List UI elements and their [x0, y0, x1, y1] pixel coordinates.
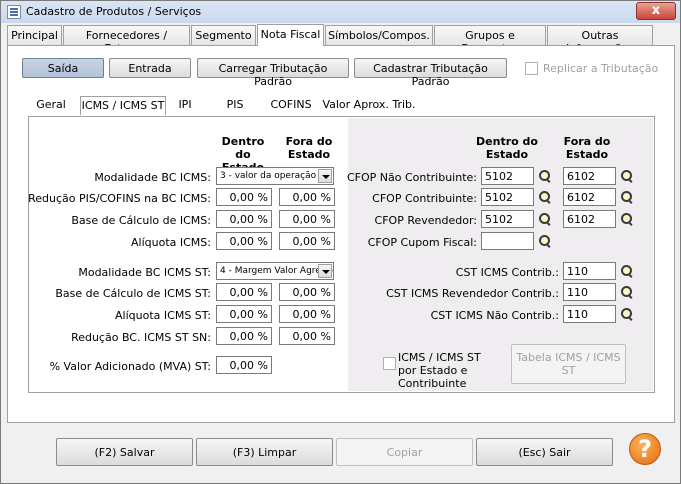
subtab-ipi[interactable]: IPI: [170, 96, 200, 115]
carregar-tributacao-button[interactable]: Carregar Tributação Padrão: [197, 58, 349, 88]
header-dentro-estado-right: Dentro do Estado: [476, 135, 538, 161]
sair-button[interactable]: (Esc) Sair: [476, 438, 613, 466]
modalidade-bc-icms-value: 3 - valor da operação: [220, 171, 317, 181]
cst-icms-contrib-label: CST ICMS Contrib.:: [455, 266, 559, 279]
cst-icms-revendedor-field[interactable]: 110: [563, 283, 616, 301]
search-icon[interactable]: [620, 190, 634, 204]
cadastrar-tributacao-button[interactable]: Cadastrar Tributação Padrão: [354, 58, 507, 88]
aliquota-icms-dentro-field[interactable]: 0,00 %: [216, 232, 272, 250]
cst-icms-revendedor-label: CST ICMS Revendedor Contrib.:: [386, 287, 559, 300]
header-fora-estado-left: Fora do Estado: [285, 135, 333, 161]
tab-fornecedores-estoque[interactable]: Fornecedores / Estoque: [63, 25, 190, 55]
search-icon[interactable]: [620, 169, 634, 183]
base-calculo-icms-fora-field[interactable]: 0,00 %: [279, 210, 335, 228]
aliquota-icms-st-label: Alíquota ICMS ST:: [115, 309, 211, 322]
base-calculo-icms-st-fora-field[interactable]: 0,00 %: [279, 283, 335, 301]
chevron-down-icon[interactable]: [318, 264, 332, 278]
reducao-pis-cofins-dentro-field[interactable]: 0,00 %: [216, 188, 272, 206]
reducao-pis-cofins-label: Redução PIS/COFINS na BC ICMS:: [28, 192, 211, 205]
search-icon[interactable]: [620, 212, 634, 226]
base-calculo-icms-st-label: Base de Cálculo de ICMS ST:: [55, 287, 211, 300]
tab-outras-informacoes[interactable]: Outras Informações: [547, 25, 653, 55]
subtab-geral[interactable]: Geral: [30, 96, 72, 115]
cfop-contribuinte-label: CFOP Contribuinte:: [372, 192, 477, 205]
title-bar: Cadastro de Produtos / Serviços x: [1, 1, 680, 23]
tabela-icms-button[interactable]: Tabela ICMS / ICMS ST: [511, 344, 626, 384]
cfop-nao-contribuinte-dentro-field[interactable]: 5102: [481, 167, 534, 185]
mva-st-label: % Valor Adicionado (MVA) ST:: [49, 360, 211, 373]
subtab-pis[interactable]: PIS: [218, 96, 252, 115]
cfop-revendedor-dentro-field[interactable]: 5102: [481, 210, 534, 228]
cfop-revendedor-label: CFOP Revendedor:: [374, 214, 477, 227]
base-calculo-icms-dentro-field[interactable]: 0,00 %: [216, 210, 272, 228]
mva-st-field[interactable]: 0,00 %: [216, 356, 272, 374]
subtab-cofins[interactable]: COFINS: [266, 96, 316, 115]
subtab-valor-aprox-trib[interactable]: Valor Aprox. Trib.: [322, 96, 416, 115]
search-icon[interactable]: [538, 212, 552, 226]
tab-simbolos-compos[interactable]: Símbolos/Compos.: [325, 25, 433, 45]
limpar-button[interactable]: (F3) Limpar: [196, 438, 333, 466]
reducao-pis-cofins-fora-field[interactable]: 0,00 %: [279, 188, 335, 206]
cfop-contribuinte-dentro-field[interactable]: 5102: [481, 188, 534, 206]
cfop-nao-contribuinte-fora-field[interactable]: 6102: [563, 167, 616, 185]
header-fora-estado-right: Fora do Estado: [563, 135, 611, 161]
modalidade-bc-icms-st-select[interactable]: 4 - Margem Valor Agregado: [216, 262, 334, 280]
search-icon[interactable]: [620, 307, 634, 321]
entrada-button[interactable]: Entrada: [109, 58, 191, 78]
saida-button[interactable]: Saída: [22, 58, 104, 78]
search-icon[interactable]: [620, 285, 634, 299]
aliquota-icms-fora-field[interactable]: 0,00 %: [279, 232, 335, 250]
modalidade-bc-icms-st-label: Modalidade BC ICMS ST:: [78, 266, 211, 279]
search-icon[interactable]: [538, 169, 552, 183]
modalidade-bc-icms-st-value: 4 - Margem Valor Agregado: [220, 266, 334, 276]
tab-principal[interactable]: Principal: [7, 25, 62, 45]
tab-grupos-descontos[interactable]: Grupos e Descontos: [434, 25, 546, 55]
aliquota-icms-label: Alíquota ICMS:: [131, 236, 211, 249]
base-calculo-icms-label: Base de Cálculo de ICMS:: [71, 214, 211, 227]
cfop-contribuinte-fora-field[interactable]: 6102: [563, 188, 616, 206]
copiar-button[interactable]: Copiar: [336, 438, 473, 466]
checkbox-box[interactable]: [525, 62, 538, 75]
chevron-down-icon[interactable]: [318, 169, 332, 183]
base-calculo-icms-st-dentro-field[interactable]: 0,00 %: [216, 283, 272, 301]
replicar-tributacao-checkbox[interactable]: Replicar a Tributação: [525, 62, 658, 75]
reducao-bc-icms-st-sn-dentro-field[interactable]: 0,00 %: [216, 327, 272, 345]
cst-icms-contrib-field[interactable]: 110: [563, 262, 616, 280]
product-registration-window: Cadastro de Produtos / Serviços x Princi…: [0, 0, 681, 484]
cfop-revendedor-fora-field[interactable]: 6102: [563, 210, 616, 228]
search-icon[interactable]: [538, 234, 552, 248]
modalidade-bc-icms-label: Modalidade BC ICMS:: [94, 171, 211, 184]
replicar-label: Replicar a Tributação: [543, 62, 659, 75]
help-icon[interactable]: ?: [629, 433, 661, 465]
aliquota-icms-st-dentro-field[interactable]: 0,00 %: [216, 305, 272, 323]
tab-nota-fiscal[interactable]: Nota Fiscal: [257, 24, 324, 46]
search-icon[interactable]: [538, 190, 552, 204]
icms-por-estado-label: ICMS / ICMS ST por Estado e Contribuinte: [398, 351, 481, 390]
modalidade-bc-icms-select[interactable]: 3 - valor da operação: [216, 167, 334, 185]
cst-icms-nao-contrib-label: CST ICMS Não Contrib.:: [430, 309, 559, 322]
cfop-nao-contribuinte-label: CFOP Não Contribuinte:: [346, 171, 477, 184]
window-title: Cadastro de Produtos / Serviços: [26, 5, 202, 18]
reducao-bc-icms-st-sn-label: Redução BC. ICMS ST SN:: [71, 331, 211, 344]
salvar-button[interactable]: (F2) Salvar: [56, 438, 193, 466]
cfop-cupom-fiscal-field[interactable]: [481, 232, 534, 250]
cst-icms-nao-contrib-field[interactable]: 110: [563, 305, 616, 323]
aliquota-icms-st-fora-field[interactable]: 0,00 %: [279, 305, 335, 323]
tab-segmento[interactable]: Segmento: [191, 25, 256, 45]
icms-por-estado-checkbox[interactable]: [383, 357, 396, 370]
app-icon: [7, 5, 21, 19]
close-button[interactable]: x: [636, 2, 676, 20]
cfop-cupom-fiscal-label: CFOP Cupom Fiscal:: [367, 236, 477, 249]
subtab-icms-icms-st[interactable]: ICMS / ICMS ST: [80, 96, 166, 115]
reducao-bc-icms-st-sn-fora-field[interactable]: 0,00 %: [279, 327, 335, 345]
search-icon[interactable]: [620, 264, 634, 278]
